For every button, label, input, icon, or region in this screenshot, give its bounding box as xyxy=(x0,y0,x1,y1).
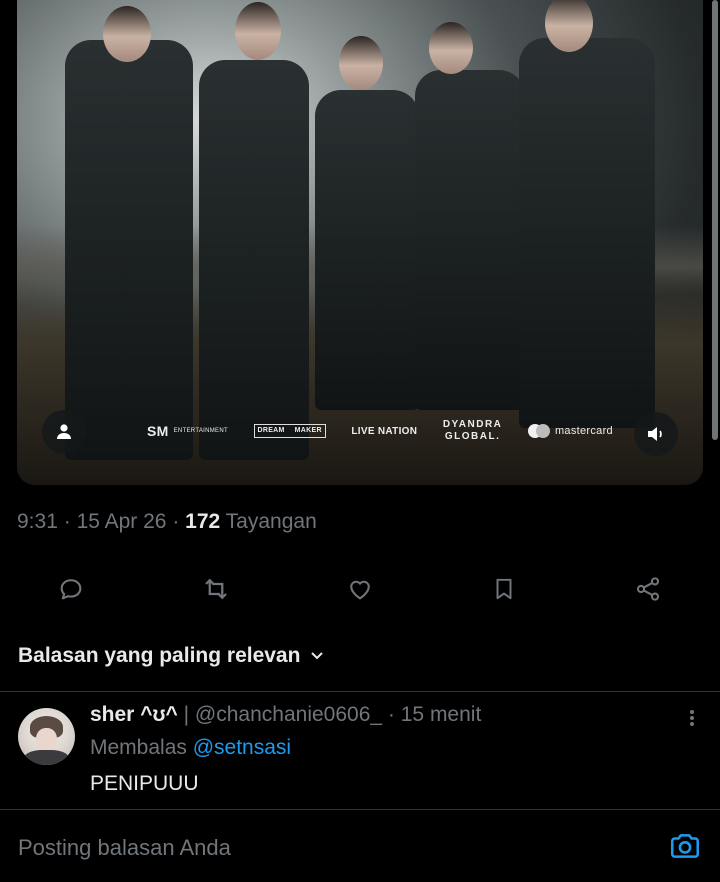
person-icon xyxy=(57,424,71,439)
replying-prefix: Membalas xyxy=(90,736,187,759)
reply-time[interactable]: 15 menit xyxy=(401,703,482,726)
dyandra-global-logo: DYANDRA GLOBAL. xyxy=(442,419,503,442)
reply-sort-selector[interactable]: Balasan yang paling relevan xyxy=(18,644,324,668)
like-button[interactable] xyxy=(337,566,383,612)
reply-button[interactable] xyxy=(48,566,94,612)
reply-text: PENIPUUU xyxy=(90,772,199,795)
divider xyxy=(0,691,720,692)
reply-icon xyxy=(60,579,82,600)
person-head xyxy=(235,2,281,60)
person-head xyxy=(339,36,383,90)
avatar[interactable] xyxy=(18,708,75,765)
person-figure xyxy=(65,40,193,460)
camera-button[interactable] xyxy=(668,829,702,863)
share-button[interactable] xyxy=(625,566,671,612)
reply-header: sher ^ʊ^ | @chanchanie0606_ · 15 menit xyxy=(90,703,481,727)
repost-button[interactable] xyxy=(193,566,239,612)
chevron-down-icon xyxy=(311,652,324,660)
post-meta: 9:31 · 15 Apr 26 · 172 Tayangan xyxy=(17,510,317,534)
reply-handle[interactable]: @chanchanie0606_ xyxy=(195,703,382,726)
views-label: Tayangan xyxy=(225,510,317,533)
reply-display-name[interactable]: sher ^ʊ^ xyxy=(90,703,178,726)
sponsor-logos: SM ENTERTAINMENT DREAM MAKER LIVE NATION… xyxy=(147,413,613,449)
post-action-bar xyxy=(0,566,720,612)
name-separator: | xyxy=(183,703,190,726)
bookmark-button[interactable] xyxy=(481,566,527,612)
views-count: 172 xyxy=(185,510,221,533)
person-head xyxy=(429,22,473,74)
heart-icon xyxy=(350,580,370,600)
meta-dot: · xyxy=(172,510,180,533)
tag-people-button[interactable] xyxy=(42,410,86,454)
person-figure xyxy=(199,60,309,460)
sound-toggle-button[interactable] xyxy=(634,412,678,456)
person-head xyxy=(103,6,151,62)
meta-dot: · xyxy=(63,510,71,533)
bookmark-icon xyxy=(496,578,512,600)
live-nation-logo: LIVE NATION xyxy=(351,425,418,437)
reply-composer-input[interactable]: Posting balasan Anda xyxy=(18,835,231,861)
dreammaker-logo: DREAM MAKER xyxy=(253,424,326,438)
more-options-button[interactable] xyxy=(683,708,701,730)
sm-entertainment-logo: SM ENTERTAINMENT xyxy=(147,423,228,439)
more-dots-icon xyxy=(690,710,694,714)
person-figure xyxy=(415,70,525,410)
post-date[interactable]: 15 Apr 26 xyxy=(77,510,167,533)
person-figure xyxy=(519,38,655,428)
mastercard-circles-icon xyxy=(527,424,550,438)
divider xyxy=(0,809,720,810)
mastercard-logo: mastercard xyxy=(527,424,613,438)
scrollbar[interactable] xyxy=(712,0,718,440)
reply-sort-label: Balasan yang paling relevan xyxy=(18,644,301,667)
speaker-icon xyxy=(648,427,662,441)
person-figure xyxy=(315,90,419,410)
post-media-image[interactable]: SM ENTERTAINMENT DREAM MAKER LIVE NATION… xyxy=(17,0,703,485)
meta-dot: · xyxy=(387,703,395,726)
repost-icon xyxy=(205,578,227,600)
replying-to-line: Membalas @setnsasi xyxy=(90,736,291,760)
share-icon xyxy=(636,577,660,601)
replying-to-mention[interactable]: @setnsasi xyxy=(193,736,291,759)
camera-icon xyxy=(670,834,700,858)
post-time: 9:31 xyxy=(17,510,58,533)
